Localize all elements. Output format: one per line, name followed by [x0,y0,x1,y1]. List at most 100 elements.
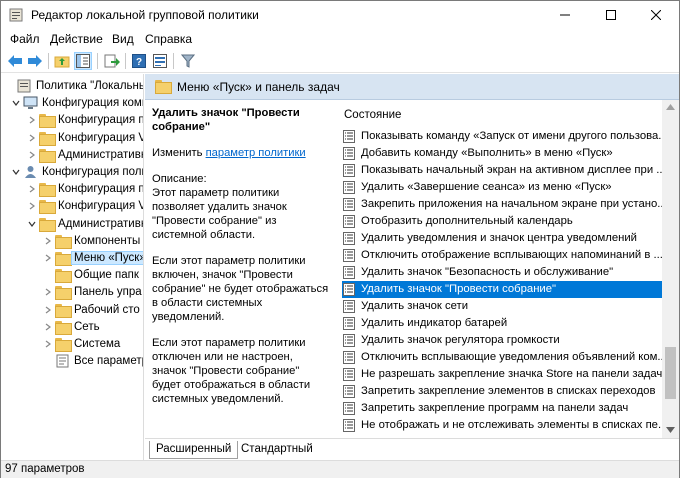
tab-extended[interactable]: Расширенный [149,441,239,459]
list-item[interactable]: Закрепить приложения на начальном экране… [342,196,662,213]
policy-setting-icon [343,334,355,347]
content-header: Меню «Пуск» и панель задач [145,74,679,100]
tree-item-label: Административн [58,148,144,161]
policy-setting-icon [343,130,355,143]
up-folder-button[interactable] [53,52,71,70]
list-item[interactable]: Удалить значок "Провести собрание" [342,281,662,298]
policy-setting-icon [343,147,355,160]
tree-item[interactable]: Политика "Локальный [1,78,143,95]
list-item[interactable]: Отключить отображение всплывающих напоми… [342,247,662,264]
tree-item[interactable]: Общие папк [1,267,143,284]
show-hide-tree-icon [76,54,90,68]
tree-item[interactable]: Административн [1,216,143,233]
tree-item-label: Конфигурация п [58,114,144,127]
tab-standard[interactable]: Стандартный [235,441,319,459]
menu-action[interactable]: Действие [50,32,103,46]
forward-button[interactable] [26,52,44,70]
show-hide-tree-button[interactable] [74,52,92,70]
policy-setting-icon [343,215,355,228]
list-item[interactable]: Не отображать и не отслеживать элементы … [342,417,662,434]
help-button[interactable]: ? [130,52,148,70]
collapsed-chevron-icon[interactable] [27,184,37,194]
edit-policy-link[interactable]: параметр политики [206,147,306,159]
list-item[interactable]: Удалить «Завершение сеанса» из меню «Пус… [342,179,662,196]
tree-item[interactable]: Компоненты [1,233,143,250]
tree-item-label: Меню «Пуск» [71,251,143,265]
help-icon: ? [132,54,146,68]
collapsed-chevron-icon[interactable] [27,150,37,160]
list-item[interactable]: Удалить значок регулятора громкости [342,332,662,349]
forward-icon [28,55,42,67]
tree-item[interactable]: Конфигурация поль [1,164,143,181]
folder-icon [39,199,56,215]
list-item[interactable]: Не разрешать закрепление значка Store на… [342,366,662,383]
list-item[interactable]: Удалить значок сети [342,298,662,315]
column-header-state[interactable]: Состояние [344,109,401,121]
back-button[interactable] [6,52,24,70]
close-button[interactable] [633,1,679,29]
tree-item[interactable]: Сеть [1,319,143,336]
list-item-label: Не разрешать закрепление значка Store на… [361,368,662,380]
list-item[interactable]: Удалить индикатор батарей [342,315,662,332]
list-vertical-scrollbar[interactable] [662,100,679,438]
list-item[interactable]: Показывать начальный экран на активном д… [342,162,662,179]
tree-item[interactable]: Административн [1,147,144,164]
expanded-chevron-icon[interactable] [27,219,37,229]
collapsed-chevron-icon[interactable] [43,253,53,263]
list-item[interactable]: Запретить закрепление программ на панели… [342,400,662,417]
tree-item[interactable]: Конфигурация V [1,130,143,147]
tree-item[interactable]: Панель упра [1,284,143,301]
expanded-chevron-icon[interactable] [11,167,21,177]
policy-setting-icon [343,164,355,177]
list-item-label: Добавить команду «Выполнить» в меню «Пус… [361,147,613,159]
tree-item[interactable]: Конфигурация п [1,112,144,129]
toolbar: ? [1,49,679,73]
list-item[interactable]: Отобразить дополнительный календарь [342,213,662,230]
collapsed-chevron-icon[interactable] [27,115,37,125]
title-bar[interactable]: Редактор локальной групповой политики [1,1,679,29]
tree-item[interactable]: Конфигурация п [1,181,144,198]
list-item-label: Удалить «Завершение сеанса» из меню «Пус… [361,181,612,193]
status-text: 97 параметров [5,463,85,475]
tree-item-label: Панель упра [74,286,142,299]
maximize-icon [606,10,616,20]
list-item[interactable]: Удалить значок "Безопасность и обслужива… [342,264,662,281]
list-item-label: Удалить значок "Провести собрание" [361,283,557,295]
list-item[interactable]: Отключить всплывающие уведомления объявл… [342,349,662,366]
list-item[interactable]: Запретить закрепление элементов в списка… [342,383,662,400]
collapsed-chevron-icon[interactable] [43,287,53,297]
svg-text:?: ? [136,57,142,68]
list-scroll-thumb[interactable] [665,347,676,399]
tree-item-label: Конфигурация п [58,183,144,196]
collapsed-chevron-icon[interactable] [43,339,53,349]
collapsed-chevron-icon[interactable] [43,305,53,315]
disabled-text: Если этот параметр политики отключен или… [152,337,311,405]
tree-item-label: Общие папк [74,269,139,282]
content-header-title: Меню «Пуск» и панель задач [177,80,340,94]
list-item[interactable]: Показывать команду «Запуск от имени друг… [342,128,662,145]
collapsed-chevron-icon[interactable] [27,201,37,211]
menu-file[interactable]: Файл [10,32,40,46]
tree-item[interactable]: Меню «Пуск» [1,250,143,267]
tree-item[interactable]: Система [1,336,143,353]
minimize-button[interactable] [542,1,588,29]
tree-item[interactable]: Конфигурация V [1,198,143,215]
list-item[interactable]: Добавить команду «Выполнить» в меню «Пус… [342,145,662,162]
gpedit-app-icon [9,8,23,22]
filter-icon [181,54,195,68]
menu-help[interactable]: Справка [145,32,192,46]
maximize-button[interactable] [588,1,634,29]
list-item[interactable]: Удалить уведомления и значок центра увед… [342,230,662,247]
tree-item[interactable]: Все параметр [1,353,143,370]
collapsed-chevron-icon[interactable] [27,133,37,143]
collapsed-chevron-icon[interactable] [43,236,53,246]
filter-button[interactable] [179,52,197,70]
tree-item[interactable]: Конфигурация комп [1,95,143,112]
expanded-chevron-icon[interactable] [11,98,21,108]
menu-view[interactable]: Вид [112,32,134,46]
export-button[interactable] [103,52,121,70]
tree-item[interactable]: Рабочий сто [1,302,143,319]
enabled-text: Если этот параметр политики включен, зна… [152,255,329,323]
collapsed-chevron-icon[interactable] [43,322,53,332]
properties-button[interactable] [151,52,169,70]
